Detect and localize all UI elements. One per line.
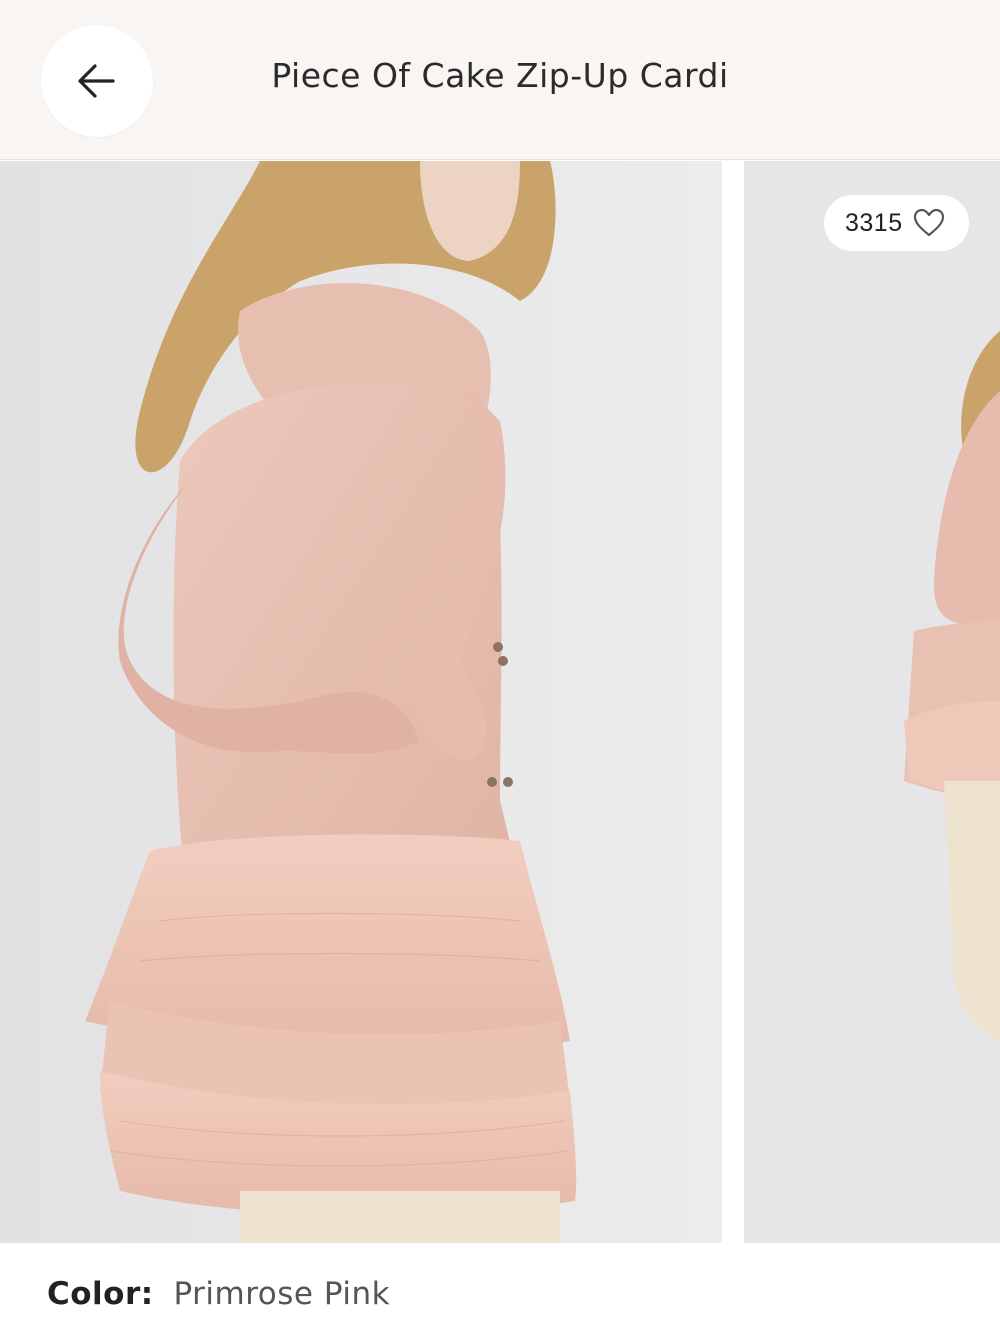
product-title: Piece Of Cake Zip-Up Cardi (271, 56, 729, 95)
product-photo (0, 161, 722, 1243)
product-image-main[interactable] (0, 161, 722, 1243)
product-image-next[interactable] (744, 161, 1000, 1243)
color-value: Primrose Pink (173, 1276, 391, 1312)
color-selection-label: Color: Primrose Pink (47, 1276, 390, 1312)
color-label: Color: (47, 1276, 154, 1312)
heart-outline-icon (913, 208, 945, 238)
product-photo-2 (744, 161, 1000, 1243)
top-bar: Piece Of Cake Zip-Up Cardi (0, 0, 1000, 160)
image-gallery[interactable] (0, 161, 1000, 1243)
like-button[interactable]: 3315 (824, 195, 969, 251)
like-count: 3315 (845, 208, 903, 237)
